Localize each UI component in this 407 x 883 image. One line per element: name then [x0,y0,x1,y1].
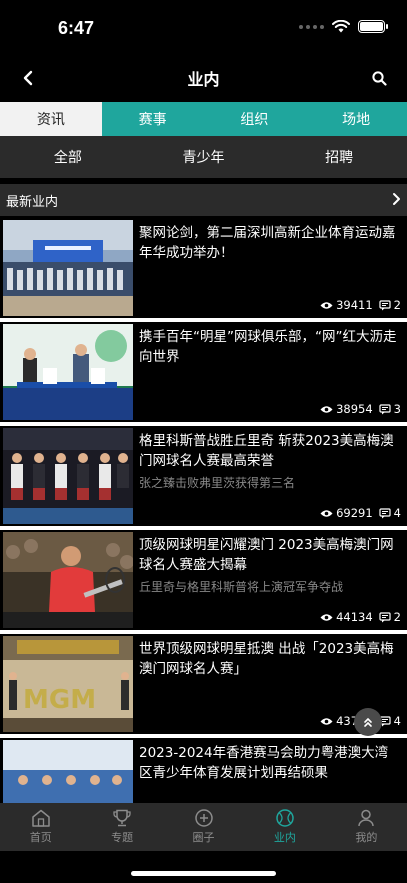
user-icon [358,809,375,827]
comment-icon [379,611,391,622]
navigation-bar: 业内 [0,56,407,100]
tab-label: 我的 [355,831,378,844]
tab-events[interactable]: 赛事 [102,102,204,136]
article-title: 格里科斯普战胜丘里奇 斩获2023美高梅澳门网球名人赛最高荣誉 [139,433,394,469]
scroll-to-top-button[interactable] [354,708,382,736]
trophy-icon [113,809,131,827]
article-thumbnail [3,532,133,628]
article-card[interactable]: 格里科斯普战胜丘里奇 斩获2023美高梅澳门网球名人赛最高荣誉 张之臻击败弗里茨… [0,426,407,526]
article-thumbnail [3,740,133,804]
article-title: 2023-2024年香港赛马会助力粤港澳大湾区青少年体育发展计划再结硕果 [139,745,389,781]
article-title: 聚网论剑，第二届深圳高新企业体育运动嘉年华成功举办！ [139,225,396,261]
eye-icon [320,301,333,309]
bottom-tab-bar: 首页 专题 圈子 业内 我的 [0,803,407,851]
category-tabs: 资讯 赛事 组织 场地 [0,102,407,136]
comment-icon [379,299,391,310]
view-count: 69291 [336,506,373,520]
tab-venues[interactable]: 场地 [305,102,407,136]
battery-icon [358,20,388,33]
section-title: 最新业内 [6,194,59,210]
article-meta: 39411 2 [320,298,401,312]
search-button[interactable] [365,64,393,92]
view-count: 44134 [336,610,373,624]
comment-icon [379,507,391,518]
section-header[interactable]: 最新业内 [0,184,407,216]
search-icon [371,70,387,86]
article-card[interactable]: 携手百年“明星”网球俱乐部，“网”红大沥走向世界 38954 3 [0,322,407,422]
plus-circle-icon [194,809,213,827]
double-chevron-up-icon [364,717,372,727]
filter-tabs: 全部 青少年 招聘 [0,136,407,178]
eye-icon [320,717,333,725]
tab-circle[interactable]: 圈子 [163,803,244,851]
article-thumbnail [3,428,133,524]
page-title: 业内 [187,70,220,89]
article-meta: 69291 4 [320,506,401,520]
tab-news[interactable]: 资讯 [0,102,102,136]
tab-organizations[interactable]: 组织 [204,102,306,136]
tab-label: 圈子 [192,831,215,844]
article-meta: 38954 3 [320,402,401,416]
filter-jobs[interactable]: 招聘 [271,136,407,178]
article-card[interactable]: 2023-2024年香港赛马会助力粤港澳大湾区青少年体育发展计划再结硕果 [0,738,407,804]
comment-count: 2 [393,610,401,624]
article-subtitle: 丘里奇与格里科斯普将上演冠军争夺战 [139,580,344,594]
tab-label: 业内 [273,831,296,844]
status-icons [299,20,388,33]
tab-label: 首页 [29,831,52,844]
tab-me[interactable]: 我的 [326,803,407,851]
article-card[interactable]: MGM 世界顶级网球明星抵澳 出战「2023美高梅澳门网球名人赛」 43724 … [0,634,407,734]
tab-home[interactable]: 首页 [0,803,81,851]
filter-youth[interactable]: 青少年 [136,136,272,178]
article-thumbnail [3,220,133,316]
tab-industry[interactable]: 业内 [244,803,325,851]
chevron-right-icon [393,193,400,205]
view-count: 39411 [336,298,373,312]
comment-count: 2 [393,298,401,312]
article-thumbnail [3,324,133,420]
tab-label: 专题 [111,831,134,844]
article-meta: 44134 2 [320,610,401,624]
comment-count: 4 [393,506,401,520]
article-card[interactable]: 顶级网球明星闪耀澳门 2023美高梅澳门网球名人赛盛大揭幕 丘里奇与格里科斯普将… [0,530,407,630]
eye-icon [320,613,333,621]
tab-topics[interactable]: 专题 [81,803,162,851]
wifi-icon [332,20,350,33]
article-title: 世界顶级网球明星抵澳 出战「2023美高梅澳门网球名人赛」 [139,641,394,677]
comment-count: 4 [393,714,401,728]
article-list[interactable]: 聚网论剑，第二届深圳高新企业体育运动嘉年华成功举办！ 39411 2 携手百年“… [0,218,407,804]
chevron-left-icon [23,70,33,86]
article-title: 顶级网球明星闪耀澳门 2023美高梅澳门网球名人赛盛大揭幕 [139,537,394,573]
article-subtitle: 张之臻击败弗里茨获得第三名 [139,476,296,490]
filter-all[interactable]: 全部 [0,136,136,178]
home-icon [31,809,50,827]
signal-icon [299,24,324,29]
view-count: 38954 [336,402,373,416]
article-thumbnail: MGM [3,636,133,732]
comment-count: 3 [393,402,401,416]
comment-icon [379,403,391,414]
home-indicator [131,871,276,876]
eye-icon [320,509,333,517]
status-time: 6:47 [58,18,95,38]
article-card[interactable]: 聚网论剑，第二届深圳高新企业体育运动嘉年华成功举办！ 39411 2 [0,218,407,318]
article-title: 携手百年“明星”网球俱乐部，“网”红大沥走向世界 [139,329,397,365]
eye-icon [320,405,333,413]
tennis-ball-icon [276,809,294,827]
status-bar: 6:47 [0,0,407,56]
svg-text:MGM: MGM [23,685,96,715]
back-button[interactable] [14,64,42,92]
